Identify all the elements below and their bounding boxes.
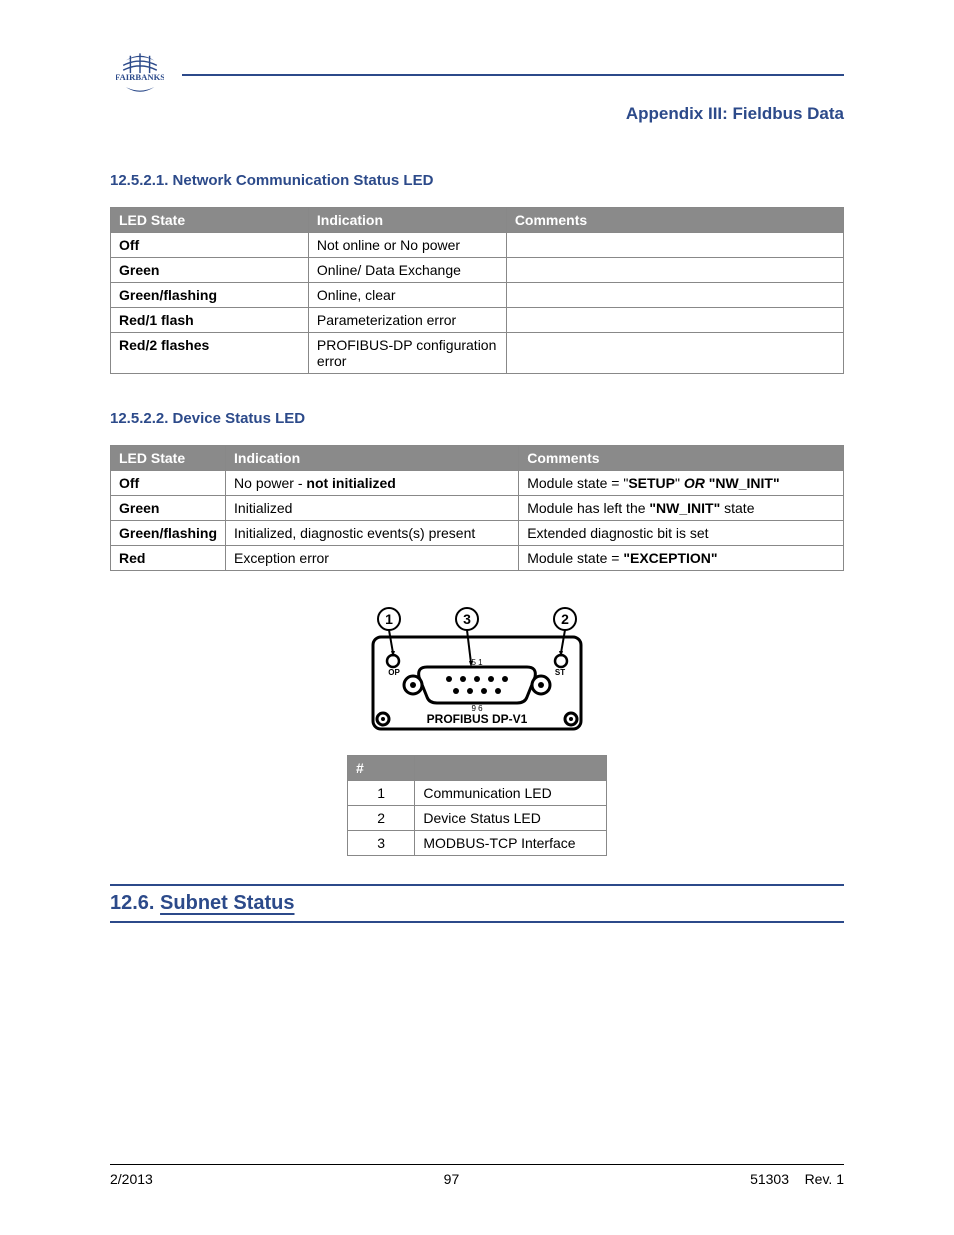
cell-indication: Not online or No power: [308, 233, 506, 258]
fairbanks-logo: FAIRBANKS: [110, 50, 170, 100]
cell-comm-or: OR: [684, 475, 705, 491]
cell-num: 2: [348, 806, 415, 831]
table-header-row: #: [348, 756, 607, 781]
cell-comm-pre: Module state = ": [527, 475, 628, 491]
col-comments: Comments: [519, 446, 844, 471]
svg-text:FAIRBANKS: FAIRBANKS: [116, 72, 164, 82]
footer-page-number: 97: [444, 1171, 460, 1187]
cell-num: 1: [348, 781, 415, 806]
cell-indication: Online/ Data Exchange: [308, 258, 506, 283]
cell-num: 3: [348, 831, 415, 856]
cell-indication: Initialized: [226, 496, 519, 521]
section-divider: [110, 921, 844, 923]
col-indication: Indication: [226, 446, 519, 471]
table-row: 2 Device Status LED: [348, 806, 607, 831]
section-title-text: Subnet Status: [160, 892, 294, 914]
col-desc: [415, 756, 607, 781]
diag-title: PROFIBUS DP-V1: [427, 712, 528, 726]
profibus-connector-diagram: OP ST 5 1 9 6 PROFIBUS DP-V1 1 2 3: [367, 607, 587, 737]
table-row: Green/flashing Online, clear: [111, 283, 844, 308]
cell-comm-bold: SETUP: [628, 475, 675, 491]
diag-label-op: OP: [388, 668, 400, 677]
table-row: Green Online/ Data Exchange: [111, 258, 844, 283]
footer-rev: Rev. 1: [805, 1171, 844, 1187]
cell-state: Red: [111, 546, 226, 571]
table-row: Green/flashing Initialized, diagnostic e…: [111, 521, 844, 546]
section-number: 12.6.: [110, 892, 160, 914]
cell-comm-pre: Module has left the: [527, 500, 649, 516]
cell-desc: Device Status LED: [415, 806, 607, 831]
cell-comm-post: "NW_INIT": [709, 475, 780, 491]
cell-comments: [506, 233, 843, 258]
table-header-row: LED State Indication Comments: [111, 208, 844, 233]
cell-desc: MODBUS-TCP Interface: [415, 831, 607, 856]
page-footer: 2/2013 97 51303 Rev. 1: [110, 1164, 844, 1187]
cell-comments: [506, 258, 843, 283]
cell-state: Green: [111, 258, 309, 283]
table-row: Red/2 flashes PROFIBUS-DP configuration …: [111, 333, 844, 374]
cell-indication: Online, clear: [308, 283, 506, 308]
cell-indication: No power - not initialized: [226, 471, 519, 496]
table-diagram-legend: # 1 Communication LED 2 Device Status LE…: [347, 755, 607, 856]
cell-comments: Module has left the "NW_INIT" state: [519, 496, 844, 521]
section-title-subnet: 12.6. Subnet Status: [110, 892, 844, 915]
cell-state: Green/flashing: [111, 283, 309, 308]
cell-state: Red/1 flash: [111, 308, 309, 333]
col-comments: Comments: [506, 208, 843, 233]
cell-indication: Parameterization error: [308, 308, 506, 333]
table-row: Off Not online or No power: [111, 233, 844, 258]
cell-comments: Module state = "SETUP" OR "NW_INIT": [519, 471, 844, 496]
section-divider: [110, 884, 844, 886]
cell-comments: [506, 283, 843, 308]
cell-comm-mid: state: [720, 500, 754, 516]
cell-comm-bold: "EXCEPTION": [623, 550, 717, 566]
col-indication: Indication: [308, 208, 506, 233]
cell-indication: Exception error: [226, 546, 519, 571]
section-heading-dev-led: 12.5.2.2. Device Status LED: [110, 410, 844, 427]
table-dev-led: LED State Indication Comments Off No pow…: [110, 445, 844, 571]
diag-callout-1: 1: [385, 611, 393, 627]
cell-comm-mid: ": [675, 475, 684, 491]
table-row: Red/1 flash Parameterization error: [111, 308, 844, 333]
footer-doc-code: 51303: [750, 1171, 789, 1187]
table-row: Off No power - not initialized Module st…: [111, 471, 844, 496]
table-row: 3 MODBUS-TCP Interface: [348, 831, 607, 856]
cell-state: Green: [111, 496, 226, 521]
footer-date: 2/2013: [110, 1171, 153, 1187]
cell-comm-bold: "NW_INIT": [649, 500, 720, 516]
footer-right: 51303 Rev. 1: [750, 1171, 844, 1187]
cell-comments: Module state = "EXCEPTION": [519, 546, 844, 571]
diag-callout-3: 3: [463, 611, 471, 627]
cell-ind-pre: No power -: [234, 475, 302, 491]
col-led-state: LED State: [111, 208, 309, 233]
diag-callout-2: 2: [561, 611, 569, 627]
cell-state: Red/2 flashes: [111, 333, 309, 374]
cell-ind-bold: not initialized: [306, 475, 395, 491]
cell-desc: Communication LED: [415, 781, 607, 806]
cell-comm-pre: Module state =: [527, 550, 623, 566]
cell-state: Green/flashing: [111, 521, 226, 546]
col-hash: #: [348, 756, 415, 781]
table-row: 1 Communication LED: [348, 781, 607, 806]
diag-label-st: ST: [555, 668, 565, 677]
table-header-row: LED State Indication Comments: [111, 446, 844, 471]
cell-state: Off: [111, 471, 226, 496]
cell-comments: [506, 308, 843, 333]
cell-indication: Initialized, diagnostic events(s) presen…: [226, 521, 519, 546]
section-heading-net-led: 12.5.2.1. Network Communication Status L…: [110, 172, 844, 189]
table-row: Green Initialized Module has left the "N…: [111, 496, 844, 521]
header-rule: [182, 74, 844, 76]
table-row: Red Exception error Module state = "EXCE…: [111, 546, 844, 571]
cell-comments: [506, 333, 843, 374]
cell-indication: PROFIBUS-DP configuration error: [308, 333, 506, 374]
diag-top-dots: 5 1: [471, 658, 483, 667]
cell-comments: Extended diagnostic bit is set: [519, 521, 844, 546]
logo-icon: FAIRBANKS: [116, 51, 164, 99]
cell-state: Off: [111, 233, 309, 258]
col-led-state: LED State: [111, 446, 226, 471]
appendix-title: Appendix III: Fieldbus Data: [110, 104, 844, 124]
table-net-led: LED State Indication Comments Off Not on…: [110, 207, 844, 374]
